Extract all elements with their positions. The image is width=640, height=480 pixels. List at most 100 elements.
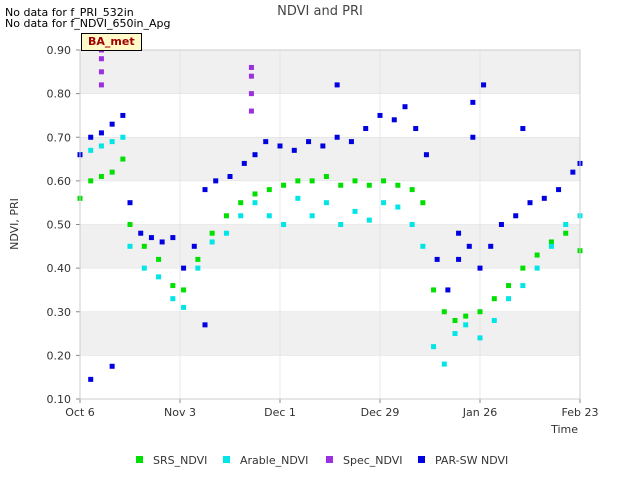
data-point (491, 317, 497, 323)
data-point (323, 174, 329, 180)
data-point (434, 256, 440, 262)
x-axis-label: Time (550, 423, 578, 436)
data-point (248, 73, 254, 79)
data-point (381, 178, 387, 184)
data-point (423, 152, 429, 158)
data-point (266, 187, 272, 193)
grid-band (80, 50, 580, 94)
data-point (452, 317, 458, 323)
data-point (223, 230, 229, 236)
data-point (541, 195, 547, 201)
data-point (498, 222, 504, 227)
data-point (195, 265, 201, 271)
data-point (109, 139, 115, 145)
data-point (506, 283, 512, 289)
data-point (291, 147, 297, 153)
data-point (170, 235, 176, 241)
legend-swatch (223, 456, 230, 463)
y-tick-label: 0.50 (47, 219, 72, 232)
data-point (227, 174, 233, 180)
data-point (481, 82, 487, 88)
data-point (202, 187, 208, 193)
data-point (413, 126, 419, 132)
data-point (352, 178, 358, 184)
data-point (431, 287, 437, 293)
data-point (334, 82, 340, 88)
data-point (409, 222, 415, 227)
data-point (252, 191, 258, 197)
x-tick-label: Oct 6 (65, 406, 95, 419)
data-point (281, 182, 287, 188)
data-point (127, 200, 133, 206)
data-point (223, 213, 229, 219)
y-tick-label: 0.80 (47, 88, 72, 101)
data-point (170, 296, 176, 302)
data-point (441, 309, 447, 315)
data-point (381, 200, 387, 206)
data-point (98, 82, 104, 88)
data-point (334, 134, 340, 140)
data-point (248, 91, 254, 97)
data-point (520, 265, 526, 271)
x-tick-label: Nov 3 (164, 406, 196, 419)
legend-swatch (418, 456, 425, 463)
data-point (209, 239, 215, 245)
data-point (295, 195, 301, 201)
data-point (170, 283, 176, 289)
grid-band (80, 180, 580, 225)
data-point (88, 134, 94, 140)
y-axis-label: NDVI, PRI (8, 198, 21, 250)
data-point (98, 56, 104, 62)
data-point (263, 139, 269, 145)
data-point (556, 187, 562, 193)
data-point (527, 200, 533, 206)
chart: NDVI and PRI 0.10 0.20 0.30 0.40 0.50 0.60 0.7… (8, 4, 598, 467)
data-point (109, 363, 115, 369)
data-point (466, 243, 472, 249)
data-point (309, 213, 315, 219)
data-point (395, 204, 401, 210)
data-point (563, 222, 569, 227)
data-point (141, 265, 147, 271)
data-point (570, 169, 576, 175)
legend-label: PAR-SW NDVI (435, 454, 508, 467)
data-point (266, 213, 272, 219)
y-tick-label: 0.20 (47, 349, 72, 362)
data-point (491, 296, 497, 302)
data-point (156, 256, 162, 262)
data-point (252, 200, 258, 206)
legend-swatch (136, 456, 143, 463)
data-point (156, 274, 162, 280)
data-point (338, 222, 344, 227)
data-point (309, 178, 315, 184)
data-point (98, 143, 104, 149)
no-data-note-2: No data for f_NDVI_650in_Apg (5, 17, 171, 30)
data-point (191, 243, 197, 249)
data-point (238, 200, 244, 206)
data-point (348, 139, 354, 145)
data-point (563, 230, 569, 236)
data-point (248, 108, 254, 114)
data-point (209, 230, 215, 236)
data-point (213, 178, 219, 184)
data-point (295, 178, 301, 184)
data-point (391, 117, 397, 123)
data-point (445, 287, 451, 293)
grid-band (80, 137, 580, 181)
data-point (366, 182, 372, 188)
grid-band (80, 311, 580, 356)
data-point (181, 287, 187, 293)
data-point (477, 265, 483, 271)
data-point (323, 200, 329, 206)
data-point (420, 243, 426, 249)
data-point (252, 152, 258, 158)
data-point (120, 156, 126, 162)
data-point (548, 243, 554, 249)
y-tick-label: 0.90 (47, 44, 72, 57)
grid-band (80, 268, 580, 312)
data-point (320, 143, 326, 149)
data-point (88, 376, 94, 382)
y-tick-label: 0.30 (47, 306, 72, 319)
data-point (127, 222, 133, 227)
data-point (238, 213, 244, 219)
